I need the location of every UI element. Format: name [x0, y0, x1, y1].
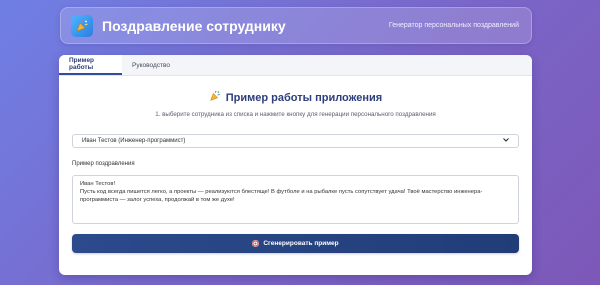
tab-bar: Пример работы Руководство: [59, 55, 532, 76]
party-popper-icon: [209, 90, 221, 105]
main-card: Пример работы Руководство Пример работы …: [59, 55, 532, 275]
target-icon: [252, 240, 260, 247]
app-header: Поздравление сотруднику Генератор персон…: [60, 7, 532, 44]
instruction-text: 1. выберите сотрудника из списка и нажми…: [155, 111, 436, 118]
app-title: Поздравление сотруднику: [102, 17, 286, 34]
employee-select[interactable]: Иван Тестов (Инженер-программист): [72, 134, 519, 148]
section-heading: Пример работы приложения: [59, 90, 532, 105]
app-subtitle: Генератор персональных поздравлений: [388, 22, 519, 29]
employee-select-value: Иван Тестов (Инженер-программист): [82, 138, 186, 144]
generate-button[interactable]: Сгенерировать пример: [72, 234, 519, 253]
tab-guide[interactable]: Руководство: [122, 55, 180, 75]
generate-button-label: Сгенерировать пример: [263, 240, 339, 247]
section-title: Пример работы приложения: [225, 91, 383, 104]
chevron-down-icon: [503, 138, 509, 144]
message-textarea[interactable]: Иван Тестов! Пусть код всегда пишется ле…: [72, 175, 519, 224]
party-popper-icon: [71, 14, 93, 37]
message-label: Пример поздравления: [72, 161, 135, 167]
tab-example[interactable]: Пример работы: [59, 55, 122, 75]
